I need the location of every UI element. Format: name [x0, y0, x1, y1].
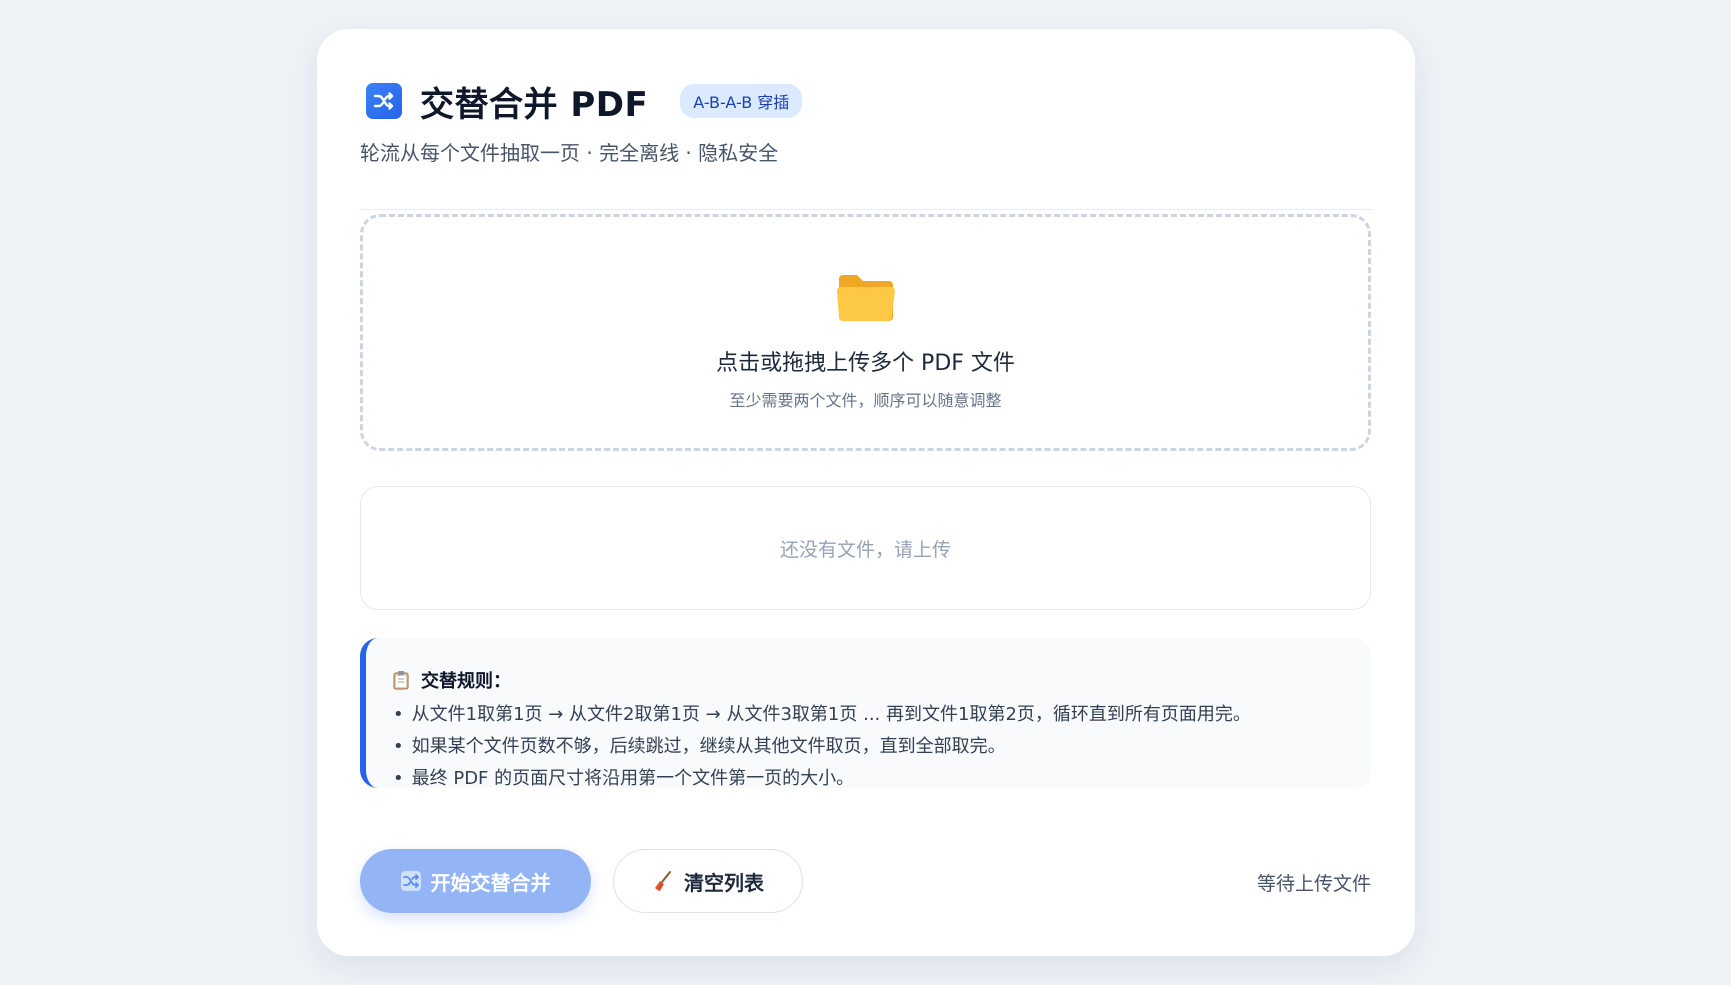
- bullet: •: [393, 736, 404, 757]
- page-title: 交替合并 PDF: [420, 84, 649, 125]
- rule-text: 如果某个文件页数不够，后续跳过，继续从其他文件取页，直到全部取完。: [411, 736, 1006, 757]
- main-card: 交替合并 PDF A-B-A-B 穿插 轮流从每个文件抽取一页 · 完全离线 ·…: [317, 29, 1415, 956]
- upload-dropzone[interactable]: 点击或拖拽上传多个 PDF 文件 至少需要两个文件，顺序可以随意调整: [360, 214, 1371, 451]
- rule-item: • 最终 PDF 的页面尺寸将沿用第一个文件第一页的大小。: [393, 764, 1371, 789]
- rules-heading: 交替规则：: [393, 668, 1371, 692]
- rule-text: 最终 PDF 的页面尺寸将沿用第一个文件第一页的大小。: [411, 768, 855, 789]
- header: 交替合并 PDF A-B-A-B 穿插 轮流从每个文件抽取一页 · 完全离线 ·…: [360, 77, 1372, 210]
- start-merge-button[interactable]: 开始交替合并: [360, 849, 591, 913]
- bullet: •: [393, 704, 404, 725]
- folder-icon: [836, 275, 895, 321]
- mode-badge: A-B-A-B 穿插: [680, 84, 803, 118]
- rule-item: • 从文件1取第1页 → 从文件2取第1页 → 从文件3取第1页 ... 再到文件…: [393, 700, 1371, 725]
- status-text: 等待上传文件: [1256, 873, 1371, 895]
- dropzone-title: 点击或拖拽上传多个 PDF 文件: [716, 351, 1015, 376]
- clear-list-button[interactable]: 清空列表: [613, 849, 803, 913]
- clear-list-label: 清空列表: [684, 870, 764, 895]
- title-row: 交替合并 PDF A-B-A-B 穿插: [360, 77, 1372, 125]
- file-list-empty-text: 还没有文件，请上传: [779, 538, 951, 561]
- rule-text: 从文件1取第1页 → 从文件2取第1页 → 从文件3取第1页 ... 再到文件1…: [411, 704, 1251, 725]
- page-subtitle: 轮流从每个文件抽取一页 · 完全离线 · 隐私安全: [360, 141, 779, 165]
- clipboard-icon: [393, 671, 409, 690]
- rule-item: • 如果某个文件页数不够，后续跳过，继续从其他文件取页，直到全部取完。: [393, 732, 1371, 757]
- action-bar: 开始交替合并 清空列表 等待上传文件: [360, 849, 1371, 913]
- file-list: 还没有文件，请上传: [360, 486, 1371, 610]
- broom-icon: [655, 871, 671, 891]
- rules-panel: 交替规则： • 从文件1取第1页 → 从文件2取第1页 → 从文件3取第1页 ..…: [360, 638, 1371, 789]
- shuffle-icon: [366, 83, 402, 119]
- start-merge-label: 开始交替合并: [430, 870, 551, 895]
- rules-title: 交替规则：: [421, 671, 511, 692]
- dropzone-hint: 至少需要两个文件，顺序可以随意调整: [729, 391, 1002, 410]
- bullet: •: [393, 768, 404, 789]
- shuffle-icon: [400, 871, 421, 891]
